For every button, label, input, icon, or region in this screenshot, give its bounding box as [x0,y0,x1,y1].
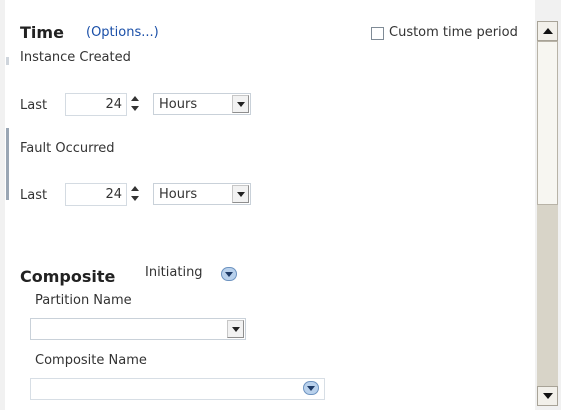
chevron-down-icon[interactable] [232,185,249,203]
custom-time-period-label: Custom time period [389,25,518,40]
left-splitter-handle[interactable] [6,128,9,200]
instance-created-unit-select[interactable]: Hours [153,93,251,115]
composite-name-select[interactable] [30,378,325,400]
spin-down-icon[interactable] [131,106,139,111]
instance-created-label: Instance Created [20,50,131,65]
custom-time-period-checkbox[interactable] [371,27,384,40]
left-splitter-mark [6,57,9,65]
instance-created-quantity-input[interactable]: 24 [65,93,127,116]
vertical-scrollbar[interactable] [537,21,558,406]
composite-name-dropdown-icon[interactable] [303,381,319,395]
spin-up-icon[interactable] [131,186,139,191]
partition-name-select[interactable] [30,318,246,340]
chevron-down-icon[interactable] [232,95,249,113]
time-options-link[interactable]: (Options...) [86,25,159,40]
fault-occurred-unit-select[interactable]: Hours [153,183,251,205]
spin-up-icon[interactable] [131,96,139,101]
instance-created-unit-value: Hours [159,97,198,112]
scrollbar-thumb[interactable] [537,41,558,205]
scroll-up-button[interactable] [537,21,558,41]
fault-occurred-last-label: Last [20,188,48,203]
composite-section-title: Composite [20,267,116,286]
arrow-down-icon [543,393,553,399]
time-section-title: Time [20,23,64,42]
composite-mode-dropdown-icon[interactable] [221,267,237,281]
chevron-down-icon[interactable] [227,320,244,338]
composite-name-label: Composite Name [35,353,147,368]
fault-occurred-unit-value: Hours [159,187,198,202]
spin-down-icon[interactable] [131,196,139,201]
arrow-up-icon [543,28,553,34]
instance-created-spinner[interactable] [129,94,141,114]
scroll-down-button[interactable] [537,386,558,406]
fault-occurred-spinner[interactable] [129,184,141,204]
partition-name-label: Partition Name [35,293,132,308]
instance-created-last-label: Last [20,98,48,113]
fault-occurred-label: Fault Occurred [20,141,115,156]
composite-mode-label: Initiating [145,265,203,280]
fault-occurred-quantity-input[interactable]: 24 [65,183,127,206]
